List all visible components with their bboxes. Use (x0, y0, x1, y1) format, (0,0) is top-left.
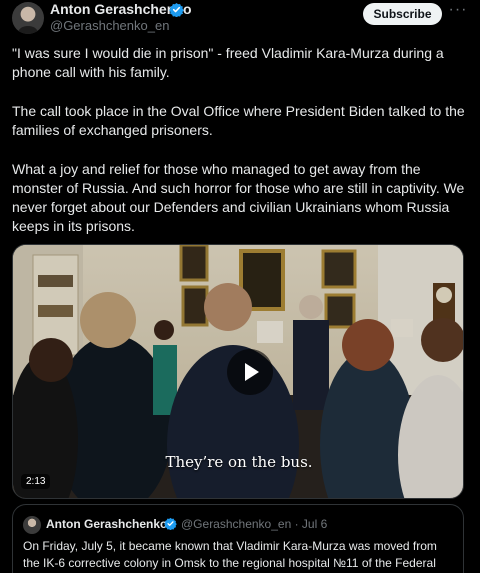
verified-badge-icon (164, 517, 177, 530)
quoted-text: On Friday, July 5, it became known that … (23, 539, 437, 570)
quoted-post[interactable]: Anton Gerashchenko @Gerashchenko_en · Ju… (12, 504, 464, 573)
verified-badge-icon (169, 2, 184, 17)
post-text-paragraph: "I was sure I would die in prison" - fre… (12, 45, 444, 80)
quoted-author-name: Anton Gerashchenko (46, 517, 168, 531)
subscribe-button[interactable]: Subscribe (363, 3, 442, 25)
author-handle[interactable]: @Gerashchenko_en (50, 18, 169, 33)
avatar[interactable] (12, 2, 44, 34)
play-icon[interactable] (227, 349, 273, 395)
more-options-icon[interactable]: ··· (448, 2, 468, 22)
post-header: Anton Gerashchenko @Gerashchenko_en Subs… (0, 0, 480, 36)
video-player[interactable]: They’re on the bus. 2:13 (12, 244, 464, 499)
quoted-handle-date: @Gerashchenko_en · Jul 6 (181, 517, 328, 531)
post-text-paragraph: The call took place in the Oval Office w… (12, 103, 465, 138)
quoted-avatar (23, 516, 41, 534)
video-caption: They’re on the bus. (165, 453, 313, 471)
post-text-paragraph: What a joy and relief for those who mana… (12, 161, 465, 234)
video-duration: 2:13 (21, 474, 51, 489)
